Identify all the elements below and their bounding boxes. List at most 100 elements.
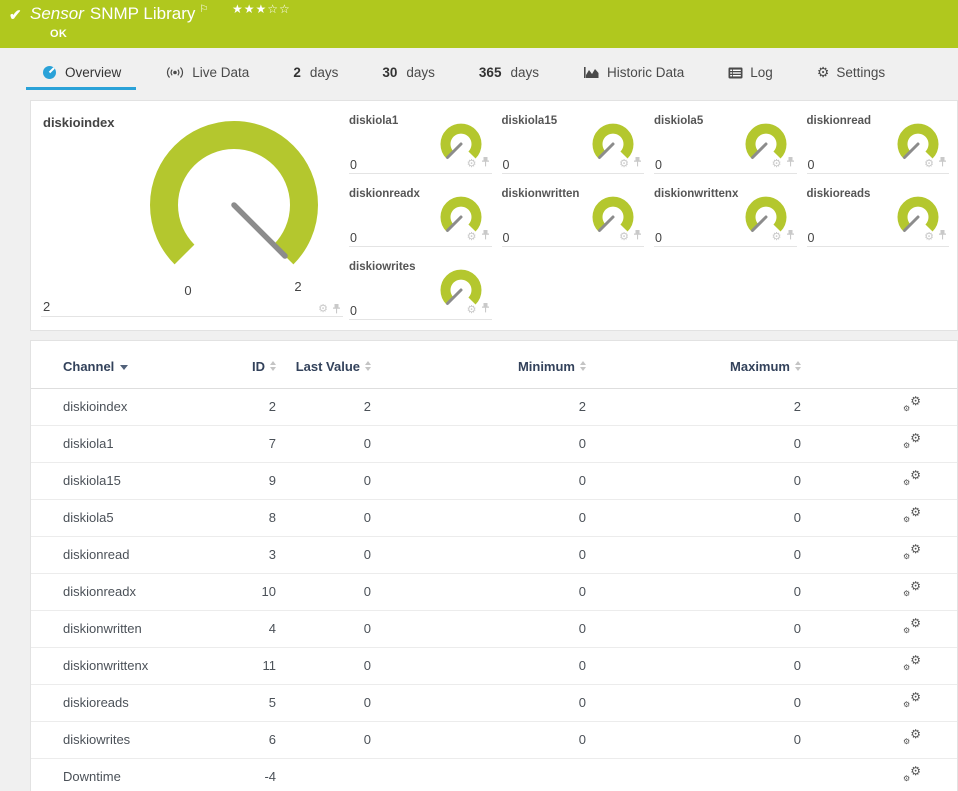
- column-header-minimum[interactable]: Minimum: [371, 343, 586, 389]
- stars-filled[interactable]: ★★★: [232, 2, 267, 16]
- cell-channel: diskionread: [31, 536, 231, 574]
- cell-channel: diskionwritten: [31, 610, 231, 648]
- cell-maximum: 0: [586, 499, 801, 537]
- cell-id: 2: [268, 399, 276, 414]
- edit-channel-gears-icon[interactable]: ⚙ ⚙: [903, 617, 921, 635]
- cell-minimum: [371, 758, 586, 791]
- gauge-value: 0: [350, 231, 357, 245]
- tab-label: Settings: [836, 65, 886, 80]
- cell-channel: diskionwrittenx: [31, 647, 231, 685]
- tab-number: 2: [293, 65, 301, 80]
- edit-channel-gears-icon[interactable]: ⚙ ⚙: [903, 654, 921, 672]
- gauge-settings-gear-icon[interactable]: ⚙: [619, 231, 629, 242]
- edit-channel-gears-icon[interactable]: ⚙ ⚙: [903, 395, 921, 413]
- edit-channel-gears-icon[interactable]: ⚙ ⚙: [903, 580, 921, 598]
- cell-maximum: 0: [586, 536, 801, 574]
- gauge-cell-diskiola1: diskiola1 0 ⚙: [349, 107, 492, 174]
- cell-channel: diskiola15: [31, 462, 231, 500]
- edit-channel-gears-icon[interactable]: ⚙ ⚙: [903, 728, 921, 746]
- cell-last-value: 0: [276, 573, 371, 611]
- column-header-channel[interactable]: Channel: [31, 343, 231, 389]
- tab-30-days[interactable]: 30 days: [367, 48, 450, 97]
- gauge-value: 0: [807, 231, 815, 245]
- table-row: diskiowrites 6 0 0 0 ⚙ ⚙: [31, 721, 957, 759]
- gauge-settings-gear-icon[interactable]: ⚙: [924, 231, 934, 242]
- cell-maximum: 0: [586, 721, 801, 759]
- tab-bar: Overview Live Data 2 days 30 days 365 days Histo…: [0, 48, 958, 97]
- cell-last-value: [276, 758, 371, 791]
- gauge-cell-diskiola15: diskiola15 0 ⚙: [501, 107, 644, 174]
- tab-overview[interactable]: Overview: [26, 48, 137, 97]
- tab-2-days[interactable]: 2 days: [278, 48, 353, 97]
- cell-maximum: 0: [586, 425, 801, 463]
- sort-icon: [270, 361, 276, 372]
- gear-icon: ⚙: [816, 64, 830, 81]
- stars-empty[interactable]: ☆☆: [267, 2, 291, 16]
- gauge-cell-diskionreadx: diskionreadx 0 ⚙: [349, 180, 492, 247]
- edit-channel-gears-icon[interactable]: ⚙ ⚙: [903, 506, 921, 524]
- table-row: diskiola1 7 0 0 0 ⚙ ⚙: [31, 425, 957, 463]
- tab-settings[interactable]: ⚙ Settings: [802, 48, 900, 97]
- tab-historic-data[interactable]: Historic Data: [568, 48, 699, 97]
- cell-id: 6: [231, 721, 276, 759]
- table-row: diskiola5 8 0 0 0 ⚙ ⚙: [31, 499, 957, 537]
- tab-live-data[interactable]: Live Data: [150, 48, 264, 97]
- priority-stars[interactable]: ★★★☆☆: [232, 2, 291, 16]
- table-row: diskionreadx 10 0 0 0 ⚙ ⚙: [31, 573, 957, 611]
- gauge-value: 2: [43, 299, 51, 314]
- gauge-cell-diskioreads: diskioreads 0 ⚙: [806, 180, 949, 247]
- cell-minimum: 0: [371, 721, 586, 759]
- gauge-icon: [41, 65, 58, 80]
- cell-id: 11: [231, 647, 276, 685]
- column-header-actions: [801, 343, 957, 389]
- object-kind-label: Sensor: [30, 4, 84, 23]
- edit-channel-gears-icon[interactable]: ⚙ ⚙: [903, 691, 921, 709]
- cell-last-value: 0: [276, 610, 371, 648]
- gauge-cell-diskionwrittenx: diskionwrittenx 0 ⚙: [654, 180, 797, 247]
- gauge-settings-gear-icon[interactable]: ⚙: [924, 158, 934, 169]
- flag-icon[interactable]: ⚐: [199, 4, 208, 15]
- gauge-pin-icon[interactable]: [633, 154, 642, 172]
- tab-log[interactable]: Log: [713, 48, 788, 97]
- gauge-settings-gear-icon[interactable]: ⚙: [467, 231, 477, 242]
- cell-last-value: 0: [276, 647, 371, 685]
- gauge-scale-min: 0: [184, 283, 191, 298]
- cell-id: 9: [231, 462, 276, 500]
- gauge-settings-gear-icon[interactable]: ⚙: [318, 303, 328, 314]
- edit-channel-gears-icon[interactable]: ⚙ ⚙: [903, 469, 921, 487]
- gauge-settings-gear-icon[interactable]: ⚙: [467, 158, 477, 169]
- edit-channel-gears-icon[interactable]: ⚙ ⚙: [903, 432, 921, 450]
- tab-365-days[interactable]: 365 days: [464, 48, 554, 97]
- gauge-settings-gear-icon[interactable]: ⚙: [772, 231, 782, 242]
- cell-maximum: [586, 758, 801, 791]
- edit-channel-gears-icon[interactable]: ⚙ ⚙: [903, 543, 921, 561]
- cell-id: 7: [231, 425, 276, 463]
- log-icon: [728, 67, 743, 79]
- column-header-id[interactable]: ID: [231, 343, 276, 389]
- cell-channel: diskiola5: [31, 499, 231, 537]
- gauge-pin-icon[interactable]: [938, 227, 947, 245]
- table-row: diskionwrittenx 11 0 0 0 ⚙ ⚙: [31, 647, 957, 685]
- edit-channel-gears-icon[interactable]: ⚙ ⚙: [903, 765, 921, 783]
- gauge-pin-icon[interactable]: [332, 303, 341, 314]
- gauge-pin-icon[interactable]: [786, 154, 795, 172]
- column-header-last-value[interactable]: Last Value: [276, 343, 371, 389]
- gauge-settings-gear-icon[interactable]: ⚙: [772, 158, 782, 169]
- tab-label: days: [510, 65, 539, 80]
- gauge-settings-gear-icon[interactable]: ⚙: [467, 304, 477, 315]
- gauge-pin-icon[interactable]: [481, 227, 490, 245]
- cell-maximum: 0: [586, 462, 801, 500]
- cell-minimum: 0: [371, 610, 586, 648]
- gauge-pin-icon[interactable]: [481, 300, 490, 318]
- gauge-pin-icon[interactable]: [481, 154, 490, 172]
- cell-maximum: 0: [586, 610, 801, 648]
- gauge-settings-gear-icon[interactable]: ⚙: [619, 158, 629, 169]
- tab-label: days: [309, 65, 339, 80]
- gauge-value: 0: [807, 158, 815, 172]
- column-header-maximum[interactable]: Maximum: [586, 343, 801, 389]
- gauge-pin-icon[interactable]: [633, 227, 642, 245]
- cell-id: 3: [231, 536, 276, 574]
- table-row: diskionread 3 0 0 0 ⚙ ⚙: [31, 536, 957, 574]
- gauge-pin-icon[interactable]: [786, 227, 795, 245]
- gauge-pin-icon[interactable]: [938, 154, 947, 172]
